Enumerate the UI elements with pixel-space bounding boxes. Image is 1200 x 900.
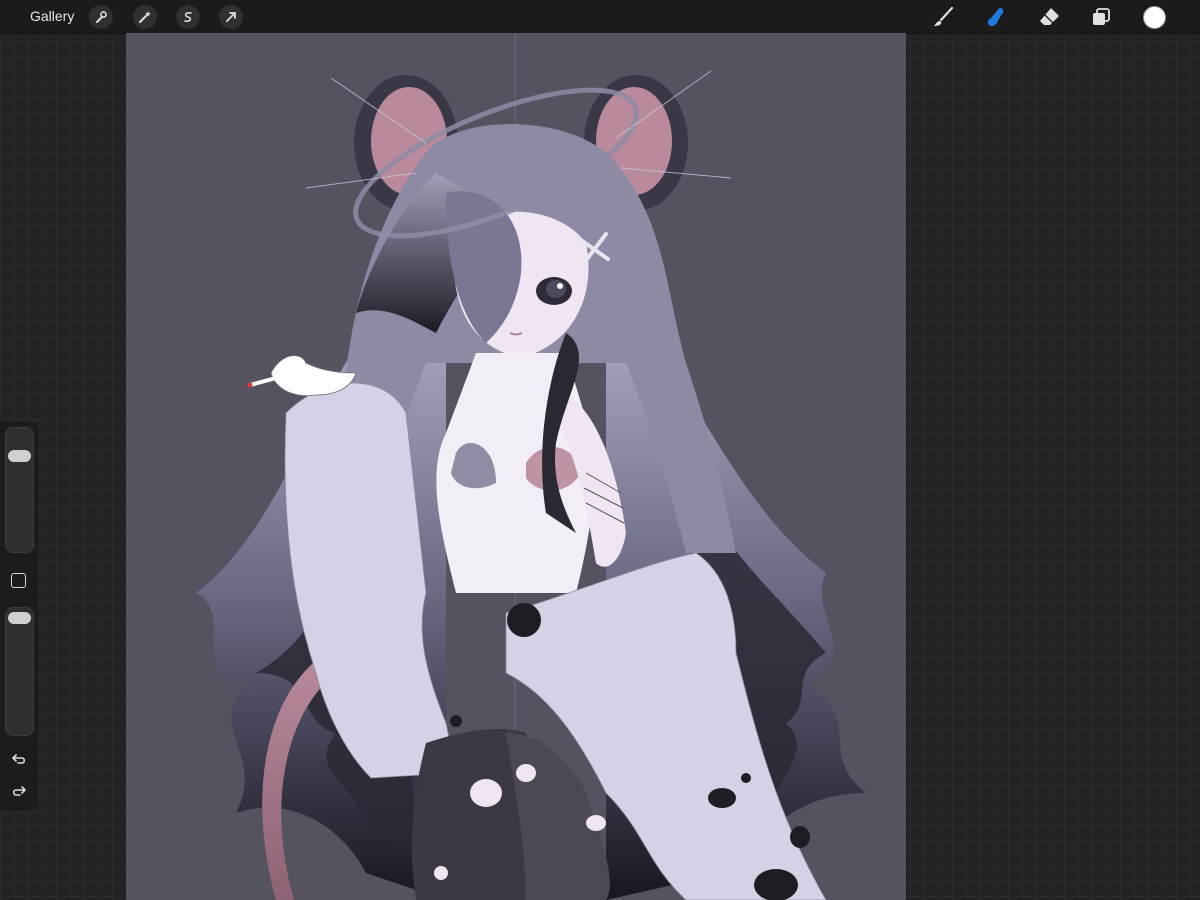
modify-square-icon[interactable]: [11, 573, 26, 588]
brush-icon[interactable]: [930, 5, 956, 29]
top-toolbar: Gallery: [0, 0, 1200, 34]
undo-icon[interactable]: [9, 750, 29, 768]
color-picker-swatch[interactable]: [1143, 6, 1166, 29]
size-slider[interactable]: [5, 427, 34, 553]
drawing-canvas[interactable]: [126, 33, 906, 900]
layers-icon[interactable]: [1088, 5, 1114, 29]
left-sidebar: [0, 421, 38, 811]
opacity-slider[interactable]: [5, 607, 34, 736]
size-slider-thumb[interactable]: [8, 450, 31, 462]
gallery-button[interactable]: Gallery: [30, 8, 74, 24]
artwork-illustration: [196, 33, 866, 900]
magic-wand-icon[interactable]: [133, 5, 157, 29]
wrench-icon[interactable]: [89, 5, 113, 29]
eraser-icon[interactable]: [1036, 5, 1062, 29]
smudge-icon[interactable]: [983, 5, 1009, 29]
transform-arrow-icon[interactable]: [219, 5, 243, 29]
selection-icon[interactable]: [176, 5, 200, 29]
redo-icon[interactable]: [9, 782, 29, 800]
opacity-slider-thumb[interactable]: [8, 612, 31, 624]
